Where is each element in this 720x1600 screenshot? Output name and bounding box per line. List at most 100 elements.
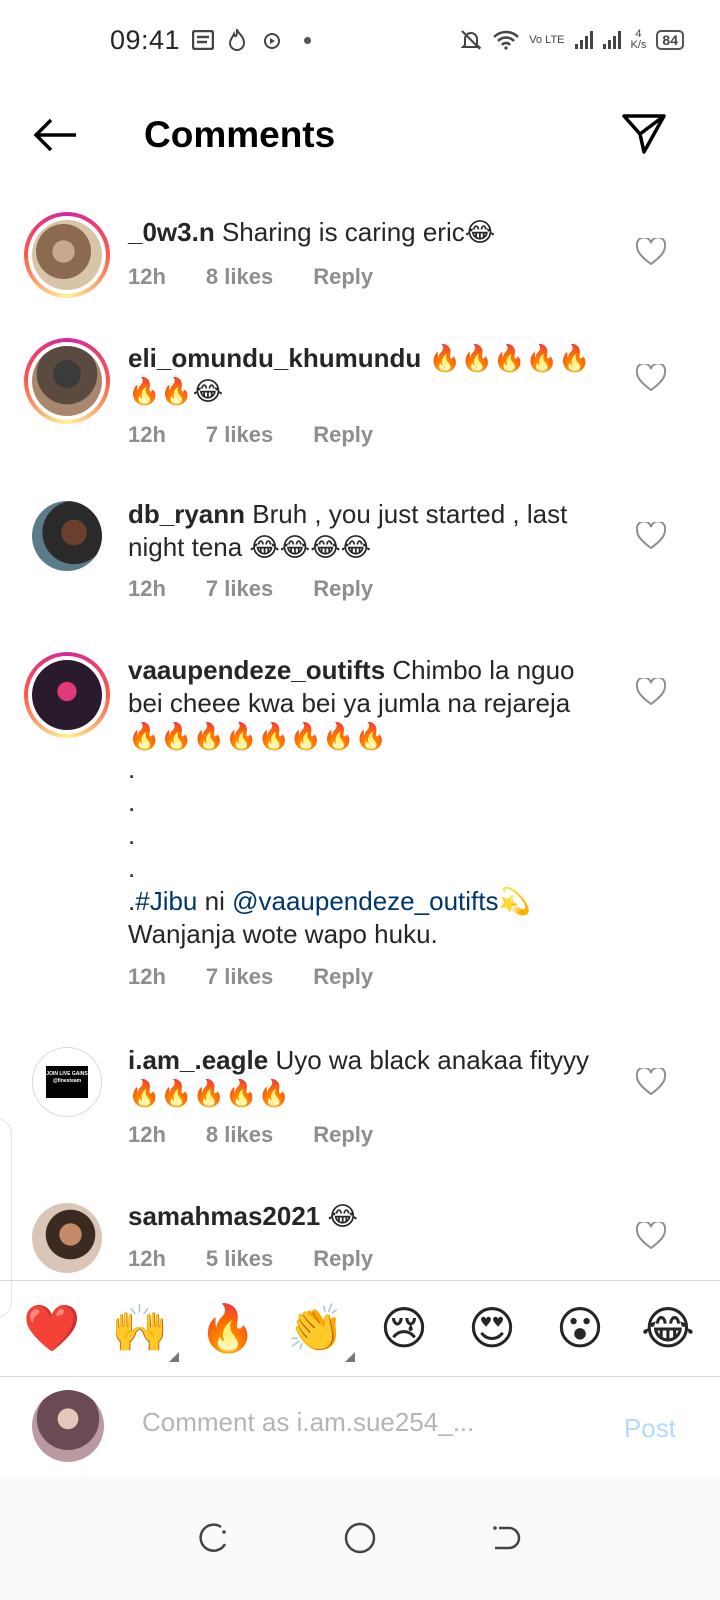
heart-icon[interactable] bbox=[636, 1068, 666, 1096]
comment-meta: 12h 8 likes Reply bbox=[128, 1122, 373, 1148]
reply-button[interactable]: Reply bbox=[313, 576, 373, 602]
emoji-heart-button[interactable]: ❤️ bbox=[17, 1301, 87, 1356]
status-notification-icons bbox=[192, 29, 312, 51]
comment-username[interactable]: _0w3.n bbox=[128, 217, 215, 247]
comment-likes[interactable]: 8 likes bbox=[206, 264, 273, 290]
notification-dot bbox=[304, 36, 312, 44]
signal-strength-2-icon bbox=[602, 31, 621, 49]
emoji-clap-button[interactable]: 👏 bbox=[281, 1301, 355, 1362]
avatar-story-ring[interactable] bbox=[24, 338, 110, 424]
recents-icon bbox=[199, 1523, 227, 1552]
share-button[interactable] bbox=[620, 110, 668, 158]
current-user-avatar bbox=[32, 1390, 104, 1462]
comment-text: vaaupendeze_outifts Chimbo la nguo bei c… bbox=[128, 654, 608, 951]
comment-username[interactable]: eli_omundu_khumundu bbox=[128, 343, 421, 373]
comment-tail: Wanjanja wote wapo huku. bbox=[128, 919, 438, 949]
message-icon bbox=[192, 30, 215, 50]
comment-username[interactable]: i.am_.eagle bbox=[128, 1045, 268, 1075]
volte-label: Vo LTE bbox=[529, 33, 565, 46]
battery-level: 84 bbox=[656, 30, 684, 50]
comment-time: 12h bbox=[128, 1246, 166, 1271]
avatar[interactable] bbox=[32, 501, 102, 571]
emoji-fire-button[interactable]: 🔥 bbox=[193, 1301, 263, 1356]
skin-tone-indicator-icon bbox=[345, 1351, 355, 1362]
avatar bbox=[32, 346, 102, 416]
avatar bbox=[32, 660, 102, 730]
post-button[interactable]: Post bbox=[624, 1413, 676, 1444]
emoji-crying-button[interactable]: 😢 bbox=[369, 1301, 439, 1355]
comment-likes[interactable]: 7 likes bbox=[206, 576, 273, 602]
comment-word: ni bbox=[204, 886, 225, 916]
comment-username[interactable]: db_ryann bbox=[128, 499, 245, 529]
mute-bell-icon bbox=[460, 30, 482, 50]
hashtag-link[interactable]: #Jibu bbox=[135, 886, 197, 916]
emoji-raised-hands-button[interactable]: 🙌 bbox=[105, 1301, 179, 1362]
heart-icon[interactable] bbox=[636, 678, 666, 706]
comment-meta: 12h 7 likes Reply bbox=[128, 422, 373, 448]
reply-button[interactable]: Reply bbox=[313, 264, 373, 290]
recents-button[interactable] bbox=[193, 1518, 233, 1558]
comment-time: 12h bbox=[128, 422, 166, 447]
emoji-clap: 👏 bbox=[287, 1301, 345, 1354]
heart-icon[interactable] bbox=[636, 522, 666, 550]
home-button[interactable] bbox=[340, 1518, 380, 1558]
comment-text: db_ryann Bruh , you just started , last … bbox=[128, 498, 608, 564]
comment-text: samahmas2021 😂 bbox=[128, 1200, 608, 1233]
page-title: Comments bbox=[144, 114, 336, 155]
home-circle-icon bbox=[344, 1522, 376, 1554]
heart-icon[interactable] bbox=[636, 1222, 666, 1250]
mention-emoji: 💫 bbox=[498, 886, 531, 916]
comment-content: 😂 bbox=[327, 1201, 358, 1231]
comment-time: 12h bbox=[128, 264, 166, 289]
comment-time: 12h bbox=[128, 964, 166, 989]
status-time: 09:41 bbox=[110, 24, 181, 55]
network-speed: 4 K/s bbox=[631, 29, 647, 51]
avatar-logo: JOIN LIVE GAINS @finesteam bbox=[46, 1066, 88, 1098]
quick-emoji-bar: ❤️ 🙌 🔥 👏 😢 😍 😮 😂 bbox=[0, 1280, 720, 1375]
reply-button[interactable]: Reply bbox=[313, 422, 373, 448]
avatar[interactable] bbox=[32, 1203, 102, 1273]
comment-likes[interactable]: 5 likes bbox=[206, 1246, 273, 1272]
avatar-story-ring[interactable] bbox=[24, 652, 110, 738]
comment-meta: 12h 7 likes Reply bbox=[128, 964, 373, 990]
reply-button[interactable]: Reply bbox=[313, 1122, 373, 1148]
heart-icon[interactable] bbox=[636, 364, 666, 392]
emoji-heart-eyes-button[interactable]: 😍 bbox=[457, 1301, 527, 1355]
comment-text: _0w3.n Sharing is caring eric😂 bbox=[128, 216, 608, 249]
comment-input[interactable] bbox=[142, 1407, 582, 1438]
emoji-surprised-button[interactable]: 😮 bbox=[545, 1301, 615, 1355]
emoji-laughing-button[interactable]: 😂 bbox=[633, 1301, 703, 1355]
comment-time: 12h bbox=[128, 1122, 166, 1147]
skin-tone-indicator-icon bbox=[169, 1351, 179, 1362]
back-nav-icon bbox=[492, 1526, 520, 1550]
status-bar: 09:41 Vo LTE 4 K/s 84 bbox=[0, 0, 720, 80]
status-system-icons: Vo LTE 4 K/s 84 bbox=[459, 28, 684, 52]
reply-button[interactable]: Reply bbox=[313, 1246, 373, 1272]
comment-likes[interactable]: 8 likes bbox=[206, 1122, 273, 1148]
comment-meta: 12h 7 likes Reply bbox=[128, 576, 373, 602]
back-nav-button[interactable] bbox=[487, 1518, 527, 1558]
reply-button[interactable]: Reply bbox=[313, 964, 373, 990]
comment-content: Sharing is caring eric😂 bbox=[221, 217, 496, 247]
mention-link[interactable]: @vaaupendeze_outifts bbox=[232, 886, 498, 916]
network-speed-unit: K/s bbox=[630, 39, 647, 51]
comment-composer: Post bbox=[0, 1376, 720, 1476]
back-button[interactable] bbox=[30, 112, 80, 158]
comment-text: eli_omundu_khumundu 🔥🔥🔥🔥🔥🔥🔥😂 bbox=[128, 342, 598, 408]
comment-dots: . . . . bbox=[128, 754, 136, 883]
comment-username[interactable]: samahmas2021 bbox=[128, 1201, 320, 1231]
comment-text: i.am_.eagle Uyo wa black anakaa fityyy 🔥… bbox=[128, 1044, 608, 1110]
heart-icon[interactable] bbox=[636, 238, 666, 266]
avatar bbox=[32, 220, 102, 290]
comment-meta: 12h 8 likes Reply bbox=[128, 264, 373, 290]
avatar-story-ring[interactable] bbox=[24, 212, 110, 298]
avatar[interactable]: JOIN LIVE GAINS @finesteam bbox=[32, 1047, 102, 1117]
signal-strength-icon bbox=[574, 31, 593, 49]
comment-username[interactable]: vaaupendeze_outifts bbox=[128, 655, 385, 685]
comment-likes[interactable]: 7 likes bbox=[206, 422, 273, 448]
system-nav-bar bbox=[0, 1476, 720, 1600]
wifi-icon bbox=[493, 30, 520, 50]
comment-tags-line: .#Jibu ni @vaaupendeze_outifts💫 bbox=[128, 885, 608, 918]
comment-likes[interactable]: 7 likes bbox=[206, 964, 273, 990]
comment-time: 12h bbox=[128, 576, 166, 601]
